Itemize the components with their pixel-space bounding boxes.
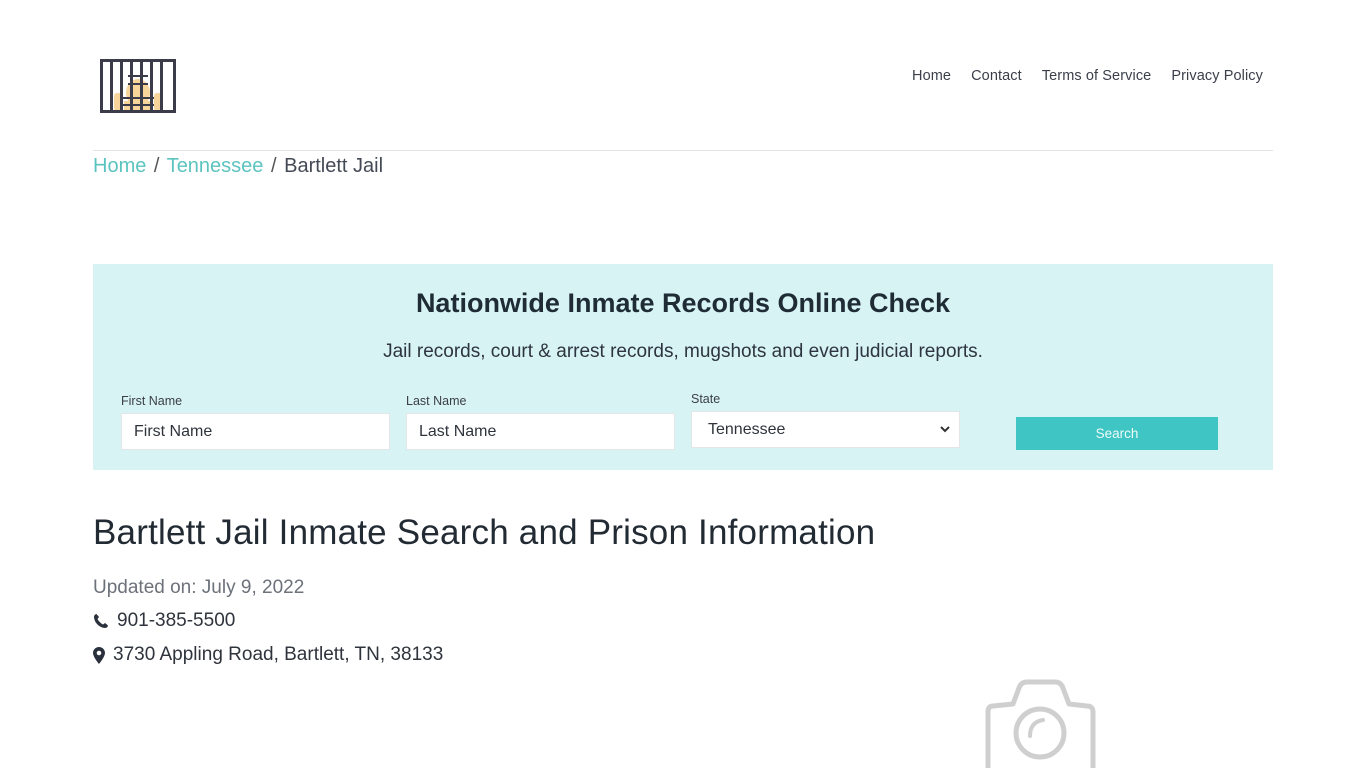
state-label: State xyxy=(691,392,721,406)
phone-row: 901-385-5500 xyxy=(93,610,235,632)
page-title: Bartlett Jail Inmate Search and Prison I… xyxy=(93,513,876,552)
nav-contact[interactable]: Contact xyxy=(971,68,1022,84)
breadcrumb-separator: / xyxy=(153,155,160,177)
breadcrumb: Home / Tennessee / Bartlett Jail xyxy=(93,155,383,178)
last-name-label: Last Name xyxy=(406,394,467,408)
nav-privacy-policy[interactable]: Privacy Policy xyxy=(1171,68,1263,84)
address-row: 3730 Appling Road, Bartlett, TN, 38133 xyxy=(93,644,443,666)
search-button[interactable]: Search xyxy=(1016,417,1218,450)
map-marker-icon xyxy=(93,646,105,664)
breadcrumb-current: Bartlett Jail xyxy=(284,155,384,177)
breadcrumb-separator: / xyxy=(271,155,277,177)
first-name-input[interactable]: First Name xyxy=(121,413,390,450)
state-selected-value: Tennessee xyxy=(708,420,786,438)
chevron-down-icon xyxy=(940,426,950,433)
main-nav: Home Contact Terms of Service Privacy Po… xyxy=(912,68,1263,84)
jail-cell-icon[interactable] xyxy=(98,57,178,115)
last-name-input[interactable]: Last Name xyxy=(406,413,675,450)
phone-number[interactable]: 901-385-5500 xyxy=(117,610,235,632)
nav-terms-of-service[interactable]: Terms of Service xyxy=(1042,68,1152,84)
inmate-search-panel: Nationwide Inmate Records Online Check J… xyxy=(93,264,1273,470)
first-name-label: First Name xyxy=(121,394,183,408)
state-select[interactable]: Tennessee xyxy=(691,411,960,448)
breadcrumb-tennessee[interactable]: Tennessee xyxy=(167,155,264,177)
first-name-placeholder: First Name xyxy=(134,422,213,440)
address-text: 3730 Appling Road, Bartlett, TN, 38133 xyxy=(113,644,444,665)
site-header: Home Contact Terms of Service Privacy Po… xyxy=(93,0,1273,151)
breadcrumb-home[interactable]: Home xyxy=(93,155,146,177)
nav-home[interactable]: Home xyxy=(912,68,951,84)
last-name-placeholder: Last Name xyxy=(419,422,497,440)
camera-icon xyxy=(985,678,1097,768)
updated-date: Updated on: July 9, 2022 xyxy=(93,577,305,598)
search-title: Nationwide Inmate Records Online Check xyxy=(415,288,951,318)
phone-icon xyxy=(94,614,108,628)
search-subtitle: Jail records, court & arrest records, mu… xyxy=(383,341,983,362)
